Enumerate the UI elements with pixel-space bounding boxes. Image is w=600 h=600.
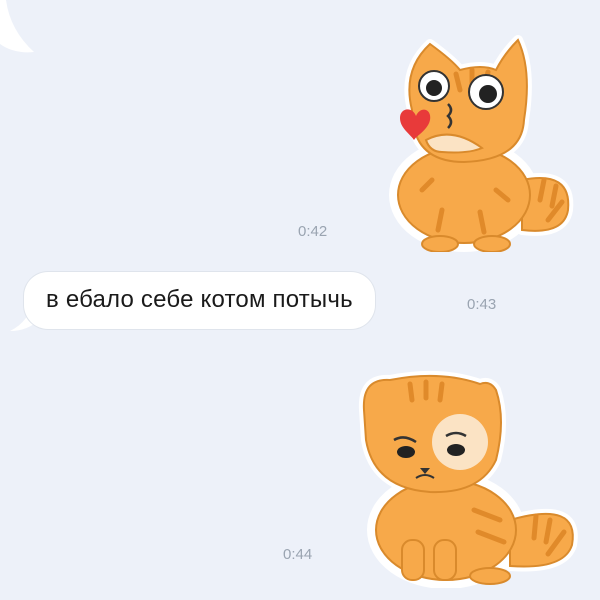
message-time: 0:42 bbox=[298, 223, 328, 240]
sad-cat-sticker[interactable] bbox=[350, 370, 582, 589]
message-time: 0:43 bbox=[467, 296, 497, 313]
chat-area: 0:42 в ебало себе котом потычь 0:43 0:44 bbox=[0, 0, 600, 600]
cat-blowing-kiss-sticker[interactable] bbox=[372, 30, 582, 253]
bubble-tail-fragment bbox=[0, 0, 34, 53]
incoming-message[interactable]: в ебало себе котом потычь bbox=[10, 272, 375, 331]
message-time: 0:44 bbox=[283, 546, 313, 563]
message-text: в ебало себе котом потычь bbox=[24, 272, 375, 329]
